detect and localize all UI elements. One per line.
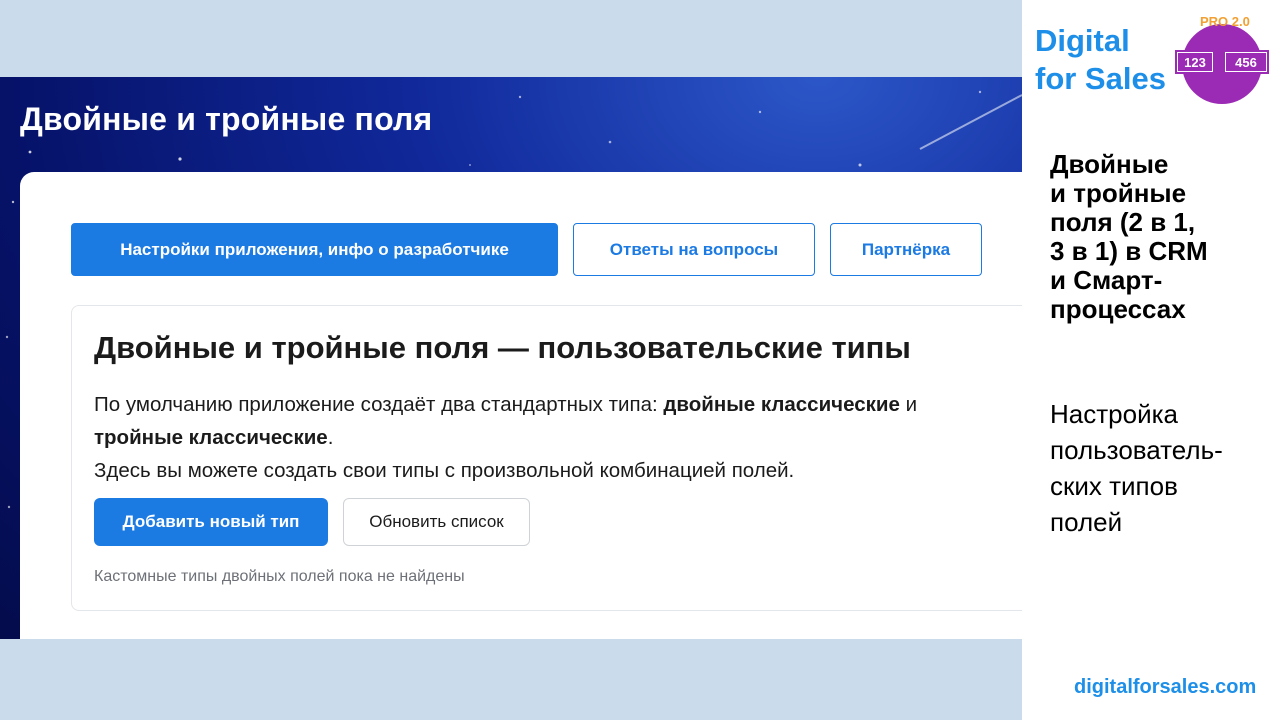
svg-text:PRO 2.0: PRO 2.0 bbox=[1200, 14, 1250, 29]
custom-types-section: Двойные и тройные поля — пользовательски… bbox=[71, 305, 1022, 611]
brand-line-2: for Sales bbox=[1035, 61, 1166, 96]
action-buttons: Добавить новый тип Обновить список bbox=[94, 498, 530, 546]
desc-text-1: По умолчанию приложение создаёт два стан… bbox=[94, 393, 664, 416]
slide-right-pane: Digital for Sales 123 456 PRO 2.0 Двойны… bbox=[1022, 0, 1280, 720]
slide-subtitle: Настройка пользователь- ских типов полей bbox=[1050, 399, 1223, 537]
refresh-list-button[interactable]: Обновить список bbox=[343, 498, 530, 546]
svg-text:456: 456 bbox=[1235, 55, 1257, 70]
app-screenshot: Двойные и тройные поля Настройки приложе… bbox=[0, 77, 1022, 639]
website-link[interactable]: digitalforsales.com bbox=[1074, 676, 1256, 699]
desc-text-2: и bbox=[899, 393, 918, 416]
app-header-title: Двойные и тройные поля bbox=[20, 101, 433, 137]
tab-faq[interactable]: Ответы на вопросы bbox=[573, 223, 815, 276]
tab-partner[interactable]: Партнёрка bbox=[830, 223, 982, 276]
section-title: Двойные и тройные поля — пользовательски… bbox=[94, 330, 911, 365]
brand-logo-icon: 123 456 PRO 2.0 bbox=[1175, 14, 1269, 104]
section-description: По умолчанию приложение создаёт два стан… bbox=[94, 388, 1022, 487]
desc-text-3: . bbox=[327, 426, 334, 449]
empty-state-note: Кастомные типы двойных полей пока не най… bbox=[94, 568, 465, 585]
shooting-star-decoration bbox=[919, 94, 1022, 150]
slide-left-pane: Двойные и тройные поля Настройки приложе… bbox=[0, 0, 1022, 720]
desc-bold-triple: тройные классические bbox=[94, 426, 328, 449]
tab-bar: Настройки приложения, инфо о разработчик… bbox=[71, 223, 982, 276]
brand-line-1: Digital bbox=[1035, 23, 1130, 58]
desc-bold-double: двойные классические bbox=[663, 393, 900, 416]
add-type-button[interactable]: Добавить новый тип bbox=[94, 498, 328, 546]
tab-settings[interactable]: Настройки приложения, инфо о разработчик… bbox=[71, 223, 558, 276]
brand-name: Digital for Sales bbox=[1035, 22, 1166, 98]
app-card: Настройки приложения, инфо о разработчик… bbox=[20, 172, 1022, 639]
desc-line-2: Здесь вы можете создать свои типы с прои… bbox=[94, 459, 795, 482]
svg-text:123: 123 bbox=[1184, 55, 1206, 70]
slide-title: Двойные и тройные поля (2 в 1, 3 в 1) в … bbox=[1050, 149, 1208, 324]
